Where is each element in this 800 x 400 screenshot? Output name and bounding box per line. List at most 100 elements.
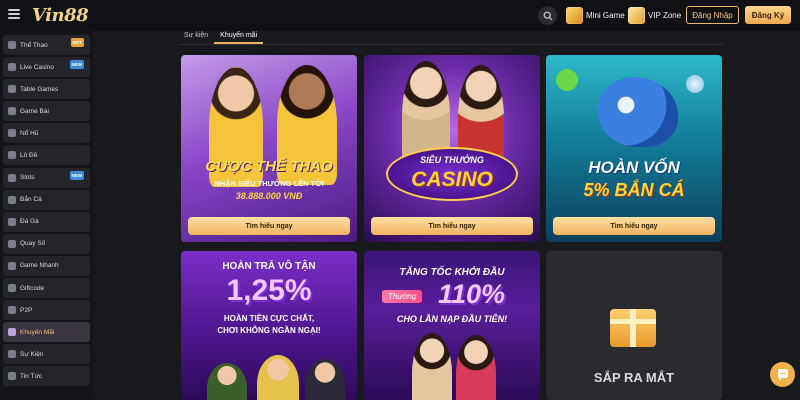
bubble-decor <box>686 75 704 93</box>
tab-divider <box>178 44 723 45</box>
promo-title: TĂNG TỐC KHỞI ĐẦU <box>399 267 505 278</box>
shark-mascot-image <box>598 77 678 147</box>
sidebar-item-icon <box>8 129 16 138</box>
promo-subtitle: NHẬN SIÊU THƯỞNG LÊN TỚI <box>214 179 324 188</box>
sidebar-item-11[interactable]: Giftcode <box>3 278 90 299</box>
sidebar-item-0[interactable]: Thể Thao HOT <box>3 35 90 55</box>
sidebar-item-icon <box>8 41 16 49</box>
sidebar-item-7[interactable]: Bắn Cá <box>3 189 90 210</box>
sidebar-item-label: Slots <box>20 174 35 182</box>
promo-banner-fishing: HOÀN VỐN 5% BẮN CÁ Tìm hiểu ngay <box>546 55 722 242</box>
promo-banner-sports: CƯỢC THỂ THAO NHẬN SIÊU THƯỞNG LÊN TỚI 3… <box>181 55 357 242</box>
learn-more-button[interactable]: Tìm hiểu ngay <box>553 217 715 235</box>
sidebar-item-icon <box>8 217 16 226</box>
sidebar-item-label: Tin Tức <box>20 372 43 380</box>
mini-game-label: Mini Game <box>586 11 625 20</box>
sidebar-item-badge: NEW <box>69 170 84 180</box>
tab-promotions[interactable]: Khuyến mãi <box>214 30 264 44</box>
vip-icon <box>628 7 645 24</box>
sidebar-item-icon <box>8 107 16 116</box>
sidebar-item-badge: HOT <box>70 38 84 47</box>
tab-events[interactable]: Sự kiện <box>178 30 214 44</box>
sidebar-item-icon <box>8 195 16 204</box>
register-button[interactable]: Đăng Ký <box>745 6 791 24</box>
search-button[interactable] <box>538 6 557 25</box>
sidebar-item-label: Khuyến Mãi <box>20 328 55 336</box>
sidebar-item-10[interactable]: Game Nhanh <box>3 255 90 276</box>
sidebar-item-label: Nổ Hũ <box>20 129 39 137</box>
sidebar-item-3[interactable]: Game Bài <box>3 101 90 122</box>
sidebar-item-icon <box>8 328 16 337</box>
sidebar-item-icon <box>8 151 16 160</box>
gift-box-icon <box>610 309 656 347</box>
sidebar-item-2[interactable]: Table Games <box>3 79 90 100</box>
hamburger-menu-icon[interactable] <box>8 9 20 19</box>
promo-subtitle-2: CHƠI KHÔNG NGẦN NGẠI! <box>217 326 321 335</box>
sidebar-item-label: Game Nhanh <box>20 262 59 270</box>
sidebar-item-13[interactable]: Khuyến Mãi <box>3 322 90 343</box>
promo-title: SIÊU THƯỞNG <box>420 155 484 165</box>
sidebar-item-label: Game Bài <box>20 107 49 115</box>
learn-more-button[interactable]: Tìm hiểu ngay <box>188 217 350 235</box>
mini-game-button[interactable]: Mini Game <box>566 5 625 26</box>
promo-title-main: CASINO <box>411 168 493 191</box>
promo-banner-casino: SIÊU THƯỞNG CASINO Tìm hiểu ngay <box>364 55 540 242</box>
sidebar-item-icon <box>8 63 16 72</box>
promo-title: HOÀN TRẢ VÔ TẬN <box>222 261 316 272</box>
learn-more-button[interactable]: Tìm hiểu ngay <box>371 217 533 235</box>
promo-card-cashback[interactable]: HOÀN TRẢ VÔ TẬN 1,25% HOÀN TIỀN CỰC CHẤT… <box>181 251 357 400</box>
sidebar-item-1[interactable]: Live Casino NEW <box>3 57 90 78</box>
sidebar-item-12[interactable]: P2P <box>3 300 90 321</box>
sidebar-item-5[interactable]: Lô Đề <box>3 145 90 166</box>
sidebar-item-label: Thể Thao <box>20 41 48 49</box>
sidebar-item-label: Live Casino <box>20 63 54 71</box>
promo-banner-coming-soon: SẮP RA MẮT <box>546 251 722 400</box>
sidebar-item-label: Giftcode <box>20 284 45 292</box>
sidebar-item-15[interactable]: Tin Tức <box>3 366 90 387</box>
coming-soon-label: SẮP RA MẮT <box>593 370 675 385</box>
promo-percent: 1,25% <box>226 274 312 307</box>
promo-card-sports[interactable]: CƯỢC THỂ THAO NHẬN SIÊU THƯỞNG LÊN TỚI 3… <box>181 55 357 242</box>
sidebar-item-14[interactable]: Sự Kiện <box>3 344 90 365</box>
sidebar-item-badge: NEW <box>69 60 84 70</box>
vip-zone-button[interactable]: VIP Zone <box>628 5 681 26</box>
promo-banner-cashback: HOÀN TRẢ VÔ TẬN 1,25% HOÀN TIỀN CỰC CHẤT… <box>181 251 357 400</box>
sidebar-item-label: Lô Đề <box>20 151 38 159</box>
search-icon <box>543 11 552 20</box>
sidebar-item-4[interactable]: Nổ Hũ <box>3 123 90 144</box>
sidebar-item-icon <box>8 350 16 359</box>
brand-logo[interactable]: Vin88 <box>32 5 89 26</box>
support-chat-button[interactable] <box>770 362 795 387</box>
sidebar-item-label: P2P <box>20 306 33 314</box>
bonus-tag: Thưởng <box>382 290 423 303</box>
sidebar-item-icon <box>8 173 16 182</box>
sidebar-item-6[interactable]: Slots NEW <box>3 167 90 188</box>
sidebar-item-8[interactable]: Đá Gà <box>3 211 90 232</box>
sidebar-item-label: Table Games <box>20 85 59 93</box>
sidebar-item-label: Sự Kiện <box>20 350 44 358</box>
promo-card-first-deposit[interactable]: TĂNG TỐC KHỞI ĐẦU Thưởng 110% CHO LẦN NẠ… <box>364 251 540 400</box>
login-button[interactable]: Đăng Nhập <box>686 6 739 24</box>
sidebar-item-icon <box>8 85 16 94</box>
promo-card-coming-soon[interactable]: SẮP RA MẮT <box>546 251 722 400</box>
promo-card-fishing[interactable]: HOÀN VỐN 5% BẮN CÁ Tìm hiểu ngay <box>546 55 722 242</box>
promo-subtitle: HOÀN TIỀN CỰC CHẤT, <box>223 314 315 323</box>
promo-percent: 110% <box>438 279 506 309</box>
sidebar-item-icon <box>8 239 16 248</box>
promo-card-casino[interactable]: SIÊU THƯỞNG CASINO Tìm hiểu ngay <box>364 55 540 242</box>
sidebar-item-label: Quay Số <box>20 240 46 248</box>
sidebar-item-icon <box>8 284 16 293</box>
vip-zone-label: VIP Zone <box>648 11 682 20</box>
sidebar-item-9[interactable]: Quay Số <box>3 233 90 254</box>
sidebar-item-label: Đá Gà <box>20 218 39 226</box>
promo-subtitle: CHO LẦN NẠP ĐẦU TIÊN! <box>396 314 508 324</box>
top-bar: Vin88 Mini Game VIP Zone Đăng Nhập Đăng … <box>0 0 800 31</box>
sidebar-item-icon <box>8 306 16 315</box>
seaweed-decor <box>556 69 578 91</box>
promo-title: HOÀN VỐN <box>588 158 680 177</box>
mini-game-icon <box>566 7 583 24</box>
promo-amount: 38.888.000 VNĐ <box>235 191 303 201</box>
sidebar-item-label: Bắn Cá <box>20 196 42 204</box>
girl-image <box>305 359 345 400</box>
dealer-woman-right-image <box>456 335 496 400</box>
